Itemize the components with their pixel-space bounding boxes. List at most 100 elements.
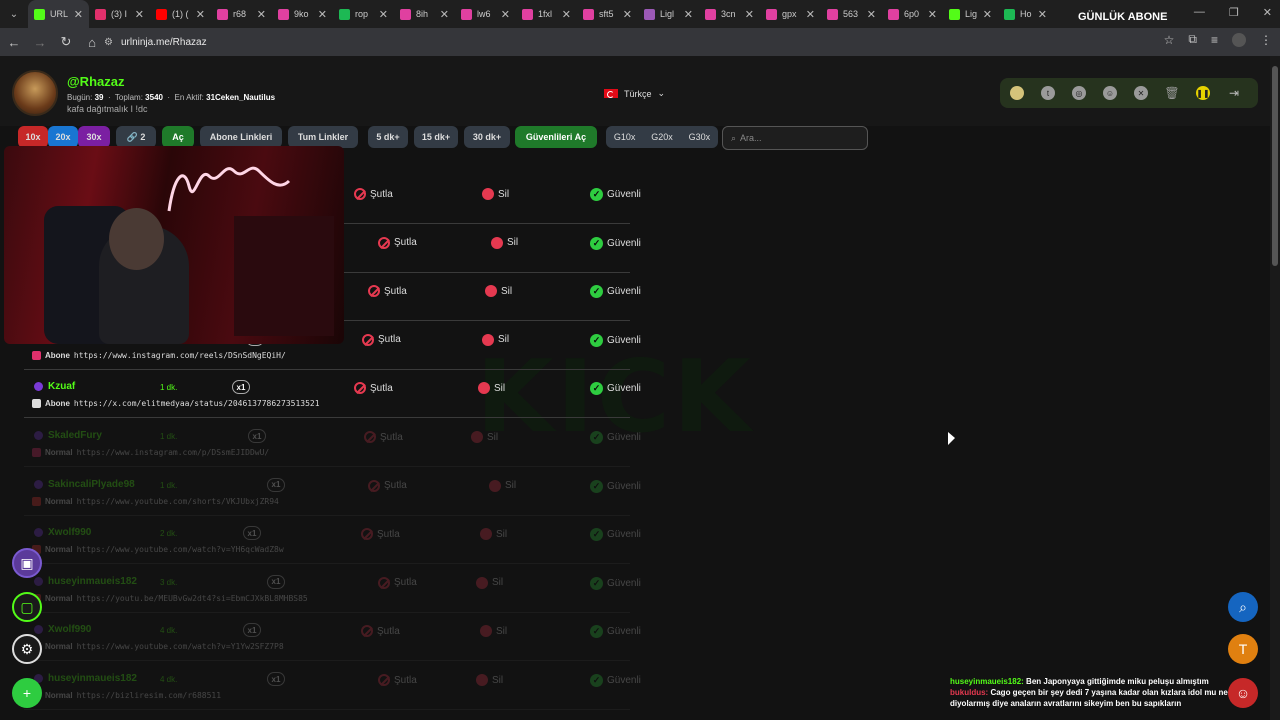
row-link[interactable]: Normal https://bizliresim.com/r688511 [32,691,221,700]
logout-icon[interactable]: ⇥ [1227,86,1241,100]
language-select[interactable]: Türkçe ⌄ [604,88,665,99]
row-link[interactable]: Normal https://www.instagram.com/p/DSsmE… [32,448,269,457]
tab-close-icon[interactable]: ✕ [867,8,876,21]
trash-icon[interactable]: 🗑 [1164,86,1179,100]
tab-close-icon[interactable]: ✕ [135,8,144,21]
open-button[interactable]: Aç [162,126,194,148]
add-user-icon[interactable]: + [12,678,42,708]
safe-button[interactable]: ✓ Güvenli [590,479,641,493]
skip-button[interactable]: Şutla [362,333,401,346]
row-link[interactable]: Normal https://www.youtube.com/watch?v=Y… [32,642,284,652]
row-username[interactable]: huseyinmaueis182 [48,673,137,684]
discord-icon[interactable]: ☺ [1103,86,1117,100]
open-safe-button[interactable]: Güvenlileri Aç [515,126,597,148]
safe-button[interactable]: ✓ Güvenli [590,236,641,250]
safe-button[interactable]: ✓ Güvenli [590,431,641,444]
browser-tab[interactable]: (1) (✕ [150,0,211,28]
forward-icon[interactable]: → [28,30,52,54]
skip-button[interactable]: Şutla [354,188,393,200]
delete-button[interactable]: Sil [491,236,518,249]
delete-button[interactable]: Sil [476,576,503,589]
skip-button[interactable]: Şutla [354,382,393,395]
browser-tab[interactable]: Ho ✕ [998,0,1053,28]
row-username[interactable]: Xwolf990 [48,624,91,635]
link-count-badge[interactable]: 🔗 2 [116,126,156,148]
scrollbar[interactable] [1270,56,1280,720]
filter-30x[interactable]: 30x [78,126,110,148]
filter-10x[interactable]: 10x [18,126,48,148]
delete-button[interactable]: Sil [478,382,505,395]
tab-close-icon[interactable]: ✕ [806,8,815,21]
delete-button[interactable]: Sil [480,625,507,638]
delete-button[interactable]: Sil [480,528,507,541]
x-icon[interactable]: ✕ [1134,86,1148,100]
coin-icon[interactable] [1010,86,1024,100]
bookmark-star-icon[interactable]: ☆ [1164,33,1175,47]
browser-tab[interactable]: URL ✕ [28,0,89,28]
address-bar[interactable]: ⚙ urlninja.me/Rhazaz [104,31,1164,53]
browser-tab[interactable]: gpx ✕ [760,0,821,28]
skip-button[interactable]: Şutla [378,576,417,589]
safe-button[interactable]: ✓ Güvenli [590,528,641,542]
filter-g20x[interactable]: G20x [651,132,673,142]
skip-button[interactable]: Şutla [364,431,403,443]
delete-button[interactable]: Sil [489,479,516,492]
browser-tab[interactable]: Lig ✕ [943,0,998,28]
delete-button[interactable]: Sil [482,188,509,200]
twitch-icon[interactable]: ▣ [12,548,42,578]
delete-button[interactable]: Sil [482,333,509,346]
filter-30min[interactable]: 30 dk+ [464,126,510,148]
extensions-icon[interactable]: ⧉ [1188,32,1197,47]
filter-20x[interactable]: 20x [48,126,78,148]
delete-button[interactable]: Sil [485,285,512,298]
minimize-icon[interactable]: — [1194,6,1205,19]
kick-icon[interactable]: ▢ [12,592,42,622]
top-icon[interactable]: T [1228,634,1258,664]
menu-kebab-icon[interactable]: ⋮ [1260,33,1272,47]
reload-icon[interactable]: ↻ [54,30,78,54]
row-username[interactable]: huseyinmaueis182 [48,576,137,587]
delete-button[interactable]: Sil [471,431,498,443]
safe-button[interactable]: ✓ Güvenli [590,576,641,590]
close-window-icon[interactable]: ✕ [1263,6,1272,19]
profile-username[interactable]: @Rhazaz [67,74,124,89]
browser-tab[interactable]: (3) I ✕ [89,0,150,28]
browser-tab[interactable]: 6p0 ✕ [882,0,943,28]
twitter-icon[interactable]: t [1041,86,1055,100]
safe-button[interactable]: ✓ Güvenli [590,188,641,201]
settings-icon[interactable]: ⚙ [12,634,42,664]
all-links-button[interactable]: Tum Linkler [288,126,358,148]
row-link[interactable]: Normal https://www.youtube.com/watch?v=Y… [32,545,284,555]
maximize-icon[interactable]: ❐ [1229,6,1239,19]
tab-close-icon[interactable]: ✕ [257,8,266,21]
safe-button[interactable]: ✓ Güvenli [590,333,641,347]
tab-close-icon[interactable]: ✕ [196,8,205,21]
tab-close-icon[interactable]: ✕ [623,8,632,21]
skip-button[interactable]: Şutla [368,479,407,492]
tab-close-icon[interactable]: ✕ [1038,8,1047,21]
browser-tab[interactable]: Ligl ✕ [638,0,699,28]
home-icon[interactable]: ⌂ [80,30,104,54]
browser-tab[interactable]: rop ✕ [333,0,394,28]
skip-button[interactable]: Şutla [378,236,417,249]
browser-tab[interactable]: sft5 ✕ [577,0,638,28]
search-input[interactable]: ⌕ Ara... [722,126,868,150]
tab-close-icon[interactable]: ✕ [684,8,693,21]
sub-links-button[interactable]: Abone Linkleri [200,126,282,148]
scroll-thumb[interactable] [1272,66,1278,266]
tab-close-icon[interactable]: ✕ [501,8,510,21]
site-info-icon[interactable]: ⚙ [104,37,113,48]
tab-close-icon[interactable]: ✕ [74,8,83,21]
row-link[interactable]: Abone https://x.com/elitmedyaa/status/20… [32,399,320,409]
browser-tab[interactable]: 8ih ✕ [394,0,455,28]
skip-button[interactable]: Şutla [368,285,407,298]
browser-tab[interactable]: 1fxl ✕ [516,0,577,28]
browser-tab[interactable]: lw6 ✕ [455,0,516,28]
browser-tab[interactable]: r68 ✕ [211,0,272,28]
tab-close-icon[interactable]: ✕ [928,8,937,21]
row-username[interactable]: Kzuaf [48,381,75,392]
skip-button[interactable]: Şutla [378,674,417,686]
row-link[interactable]: Abone https://www.instagram.com/reels/DS… [32,350,286,360]
tab-close-icon[interactable]: ✕ [562,8,571,21]
safe-button[interactable]: ✓ Güvenli [590,382,641,396]
